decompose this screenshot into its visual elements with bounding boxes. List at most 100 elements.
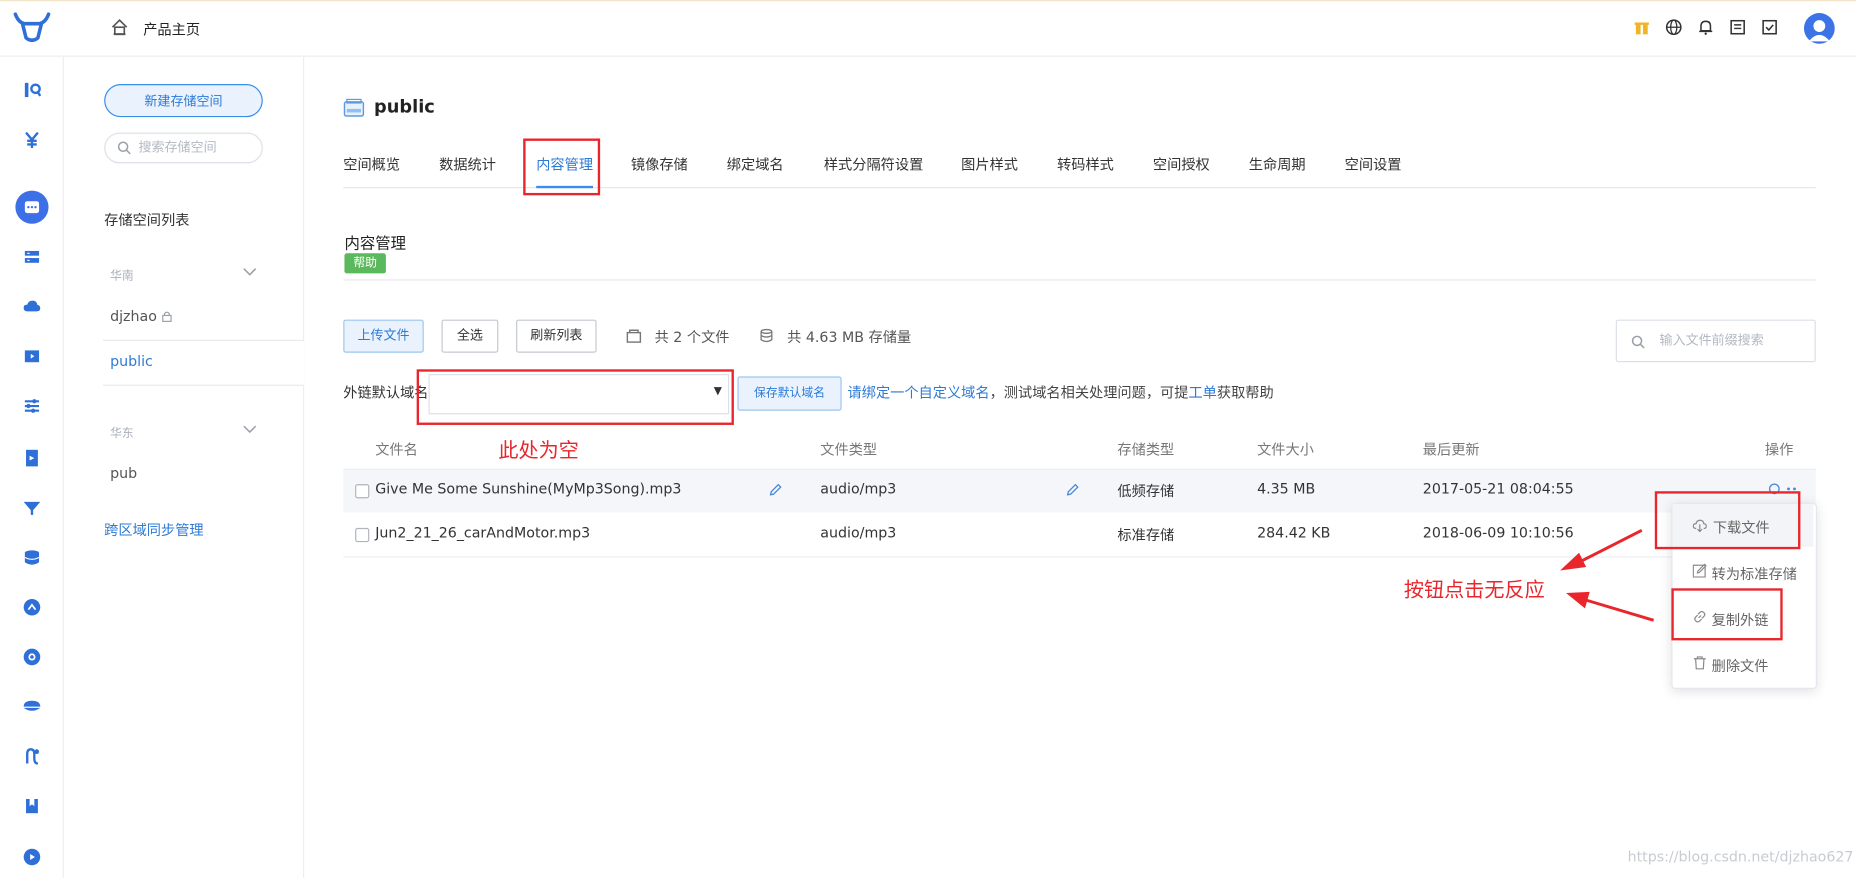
cloud-icon[interactable] bbox=[22, 297, 41, 316]
user-icon bbox=[1808, 20, 1831, 42]
storage-type: 标准存储 bbox=[1117, 526, 1175, 544]
file-size: 4.35 MB bbox=[1257, 480, 1316, 498]
funnel-icon[interactable] bbox=[22, 498, 41, 517]
annotation-arrows bbox=[1560, 528, 1655, 622]
file-name[interactable]: Give Me Some Sunshine(MyMp3Song).mp3 bbox=[375, 481, 681, 498]
file-type: audio/mp3 bbox=[820, 480, 897, 498]
play-icon[interactable] bbox=[22, 647, 41, 666]
yuan-icon[interactable] bbox=[22, 130, 41, 149]
avatar[interactable] bbox=[1803, 13, 1835, 44]
column-header-updated: 最后更新 bbox=[1422, 441, 1480, 459]
link-icon[interactable] bbox=[22, 747, 41, 766]
book-icon[interactable] bbox=[22, 797, 41, 816]
globe-icon[interactable] bbox=[1665, 19, 1682, 36]
menu-delete-file[interactable]: 删除文件 bbox=[1712, 656, 1769, 676]
hint-text-1: ，测试域名相关处理问题，可提 bbox=[989, 384, 1189, 402]
upload-button[interactable]: 上传文件 bbox=[343, 319, 424, 353]
search-icon bbox=[1631, 335, 1645, 349]
row-checkbox[interactable] bbox=[355, 527, 370, 543]
tab-mirror-storage[interactable]: 镜像存储 bbox=[631, 154, 688, 174]
trash-icon bbox=[1693, 656, 1706, 670]
document-icon[interactable] bbox=[1729, 19, 1746, 36]
bucket-item-public[interactable]: public bbox=[110, 353, 153, 370]
domain-hint: 请绑定一个自定义域名，测试域名相关处理问题，可提工单获取帮助 bbox=[848, 382, 1274, 402]
region-south[interactable]: 华南 bbox=[110, 265, 134, 283]
media-icon[interactable] bbox=[22, 848, 41, 867]
bind-domain-link[interactable]: 请绑定一个自定义域名 bbox=[848, 385, 990, 402]
edit-pencil-icon[interactable] bbox=[769, 483, 782, 496]
tab-bind-domain[interactable]: 绑定域名 bbox=[727, 154, 784, 174]
storage-total: 共 4.63 MB 存储量 bbox=[787, 329, 912, 346]
server-icon[interactable] bbox=[22, 247, 41, 266]
sliders-icon[interactable] bbox=[22, 397, 41, 416]
help-badge[interactable]: 帮助 bbox=[344, 253, 386, 274]
ticket-link[interactable]: 工单 bbox=[1188, 385, 1216, 402]
annotation-box-download bbox=[1654, 491, 1801, 550]
watermark: https://blog.csdn.net/djzhao627 bbox=[1627, 848, 1854, 866]
column-header-type: 文件类型 bbox=[820, 441, 878, 459]
page-title: public bbox=[374, 95, 435, 118]
files-icon bbox=[626, 329, 642, 343]
column-header-actions: 操作 bbox=[1764, 441, 1794, 459]
chevron-down-icon[interactable] bbox=[243, 425, 257, 434]
bucket-item-djzhao[interactable]: djzhao bbox=[110, 307, 173, 325]
file-name[interactable]: Jun2_21_26_carAndMotor.mp3 bbox=[375, 524, 590, 541]
doc-icon[interactable] bbox=[22, 449, 41, 468]
tab-transcode-style[interactable]: 转码样式 bbox=[1057, 154, 1114, 174]
bell-icon[interactable] bbox=[1697, 19, 1714, 36]
annotation-no-response-note: 按钮点击无反应 bbox=[1403, 578, 1545, 603]
file-type: audio/mp3 bbox=[820, 524, 897, 541]
tab-settings[interactable]: 空间设置 bbox=[1345, 154, 1402, 174]
tab-image-style[interactable]: 图片样式 bbox=[961, 154, 1018, 174]
tab-overview[interactable]: 空间概览 bbox=[343, 154, 400, 174]
bucket-panel bbox=[64, 56, 305, 878]
edit-pencil-icon[interactable] bbox=[1066, 483, 1080, 496]
section-title: 内容管理 bbox=[344, 235, 407, 254]
chevron-down-icon[interactable] bbox=[243, 268, 257, 277]
last-updated: 2017-05-21 08:04:55 bbox=[1422, 480, 1574, 498]
tab-bucket-auth[interactable]: 空间授权 bbox=[1153, 154, 1210, 174]
lock-icon bbox=[162, 311, 173, 322]
bucket-item-pub[interactable]: pub bbox=[110, 465, 137, 482]
last-updated: 2018-06-09 10:10:56 bbox=[1422, 524, 1574, 541]
tab-lifecycle[interactable]: 生命周期 bbox=[1249, 154, 1306, 174]
bucket-search-placeholder: 搜索存储空间 bbox=[138, 139, 217, 156]
gift-icon[interactable] bbox=[1634, 19, 1651, 36]
refresh-button[interactable]: 刷新列表 bbox=[516, 319, 597, 353]
annotation-box-tab bbox=[523, 138, 601, 196]
bucket-list-title: 存储空间列表 bbox=[104, 211, 190, 229]
file-count: 共 2 个文件 bbox=[654, 329, 730, 346]
top-bar bbox=[0, 0, 1856, 57]
film-icon[interactable] bbox=[22, 347, 41, 366]
home-link[interactable]: 产品主页 bbox=[143, 19, 200, 39]
region-east[interactable]: 华东 bbox=[110, 423, 134, 440]
new-bucket-button[interactable]: 新建存储空间 bbox=[104, 84, 263, 118]
cross-region-sync-link[interactable]: 跨区域同步管理 bbox=[104, 520, 203, 540]
hint-text-2: 获取帮助 bbox=[1216, 384, 1274, 402]
annotation-box-domain bbox=[416, 369, 734, 425]
search-icon bbox=[117, 141, 131, 155]
database-icon bbox=[760, 328, 773, 343]
column-header-size: 文件大小 bbox=[1257, 441, 1314, 459]
select-all-button[interactable]: 全选 bbox=[441, 319, 499, 353]
row-checkbox[interactable] bbox=[355, 484, 370, 499]
file-size: 284.42 KB bbox=[1257, 524, 1331, 541]
column-header-name: 文件名 bbox=[375, 441, 418, 459]
gauge-icon[interactable] bbox=[22, 598, 41, 617]
file-search-input[interactable]: 输入文件前缀搜索 bbox=[1615, 319, 1816, 363]
chart-icon[interactable] bbox=[22, 80, 42, 99]
home-icon[interactable] bbox=[110, 18, 129, 37]
file-search-placeholder: 输入文件前缀搜索 bbox=[1659, 332, 1764, 349]
logo-icon[interactable] bbox=[12, 12, 52, 43]
tab-style-separator[interactable]: 样式分隔符设置 bbox=[824, 154, 923, 174]
dish-icon[interactable] bbox=[22, 697, 41, 716]
section-divider bbox=[343, 279, 1816, 281]
bucket-label: djzhao bbox=[110, 307, 157, 325]
storage-type: 低频存储 bbox=[1117, 482, 1175, 500]
menu-convert-standard[interactable]: 转为标准存储 bbox=[1712, 563, 1797, 583]
checkbox-icon[interactable] bbox=[1761, 19, 1778, 36]
database-icon[interactable] bbox=[22, 548, 41, 567]
tab-statistics[interactable]: 数据统计 bbox=[439, 154, 496, 174]
bucket-search-input[interactable]: 搜索存储空间 bbox=[104, 132, 263, 164]
save-default-domain-button[interactable]: 保存默认域名 bbox=[737, 376, 842, 411]
